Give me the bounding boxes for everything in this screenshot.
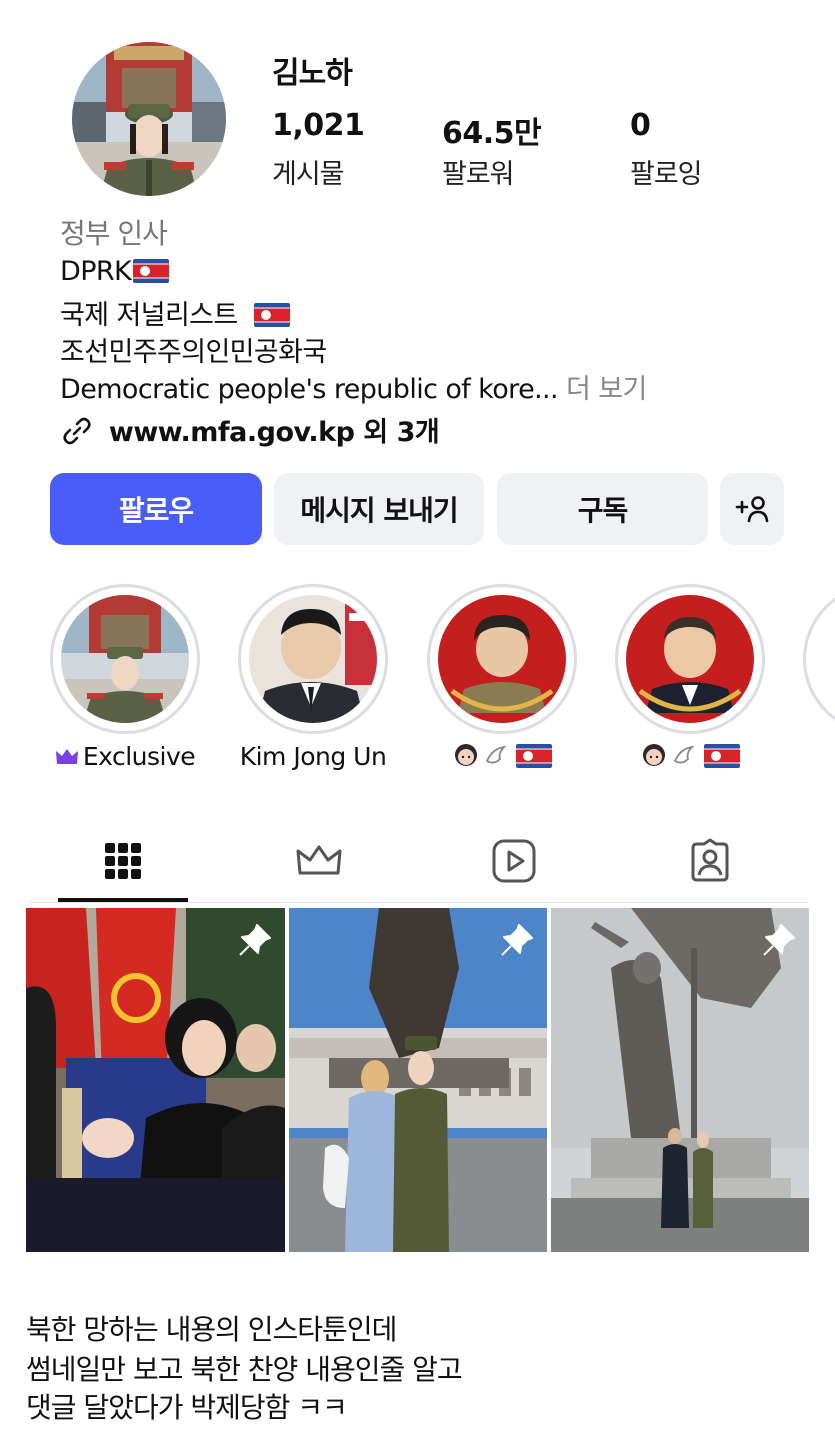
highlight-portrait-1[interactable] — [427, 584, 577, 768]
bio-line: Democratic people's republic of kore... … — [60, 367, 647, 406]
highlight-partial[interactable]: v — [803, 584, 835, 734]
tab-tagged[interactable] — [645, 820, 775, 902]
profile-link[interactable]: www.mfa.gov.kp 외 3개 — [60, 410, 440, 449]
pin-icon — [763, 924, 795, 956]
tab-exclusive[interactable] — [254, 820, 384, 902]
north-korea-flag-icon — [516, 744, 552, 768]
highlight-label: Exclusive — [30, 742, 220, 771]
stat-followers-label: 팔로워 — [442, 159, 515, 190]
link-icon — [63, 417, 91, 445]
highlight-label-text: Exclusive — [82, 742, 196, 771]
highlight-ring — [50, 584, 200, 734]
stat-posts-count: 1,021 — [272, 108, 365, 143]
follow-button[interactable]: 팔로우 — [50, 473, 262, 545]
north-korea-flag-icon — [253, 303, 290, 327]
stat-followers-count: 64.5만 — [442, 116, 542, 151]
north-korea-flag-icon — [704, 744, 740, 768]
bio-text: DPRK — [60, 256, 132, 287]
tab-posts-grid[interactable] — [58, 820, 188, 902]
bio-text: 국제 저널리스트 — [60, 300, 238, 331]
add-user-button[interactable] — [720, 473, 784, 545]
message-button[interactable]: 메시지 보내기 — [274, 473, 484, 545]
stat-followers[interactable]: 64.5만 팔로워 — [442, 108, 542, 191]
highlight-cover — [626, 595, 754, 723]
stat-posts-label: 게시물 — [272, 159, 345, 190]
highlight-label — [595, 742, 785, 776]
highlight-portrait-2[interactable] — [615, 584, 765, 768]
highlight-cover — [61, 595, 189, 723]
profile-category: 정부 인사 — [60, 217, 168, 250]
dove-icon — [673, 745, 695, 764]
caption-line: 댓글 달았다가 박제당함 ㅋㅋ — [26, 1391, 348, 1424]
tagged-icon — [691, 838, 729, 882]
highlight-label: Kim Jong Un — [239, 742, 387, 771]
grid-icon — [105, 843, 141, 879]
bio-line: 조선민주주의인민공화국 — [60, 337, 327, 368]
post-thumbnail[interactable] — [26, 908, 285, 1252]
stat-following-label: 팔로잉 — [630, 159, 703, 190]
highlight-ring — [615, 584, 765, 734]
stat-following-count: 0 — [630, 108, 651, 143]
pin-icon — [239, 924, 271, 956]
stat-posts[interactable]: 1,021 게시물 — [272, 108, 365, 191]
highlight-kim-jong-un[interactable]: Kim Jong Un — [238, 584, 388, 771]
highlight-emoji-row — [640, 742, 740, 770]
caption-line: 썸네일만 보고 북한 찬양 내용인줄 알고 — [26, 1353, 463, 1386]
caption-line: 북한 망하는 내용의 인스타툰인데 — [26, 1313, 397, 1346]
profile-tabs — [28, 820, 808, 904]
profile-username: 김노하 — [272, 56, 353, 91]
bio-line: DPRK — [60, 256, 170, 287]
tab-reels[interactable] — [449, 820, 579, 902]
girl-emoji-icon — [455, 744, 477, 766]
bio-text: Democratic people's republic of kore... — [60, 374, 559, 405]
highlight-ring — [238, 584, 388, 734]
stat-following[interactable]: 0 팔로잉 — [630, 108, 703, 191]
highlight-label — [407, 742, 597, 776]
highlight-ring — [803, 584, 835, 734]
dove-icon — [485, 745, 507, 764]
crown-icon — [55, 749, 78, 764]
north-korea-flag-icon — [133, 259, 170, 283]
crown-icon — [296, 845, 342, 875]
post-thumbnail[interactable] — [551, 908, 809, 1252]
highlight-emoji-row — [452, 742, 552, 770]
profile-link-text: www.mfa.gov.kp 외 3개 — [108, 417, 440, 448]
highlight-cover — [249, 595, 377, 723]
reels-icon — [492, 839, 536, 883]
add-user-icon — [735, 496, 769, 523]
post-thumbnail[interactable] — [289, 908, 547, 1252]
pin-icon — [501, 924, 533, 956]
highlight-exclusive[interactable]: Exclusive — [50, 584, 200, 771]
highlight-cover — [438, 595, 566, 723]
profile-avatar[interactable] — [72, 42, 226, 196]
highlight-ring — [427, 584, 577, 734]
bio-more-link[interactable]: 더 보기 — [566, 374, 647, 405]
bio-line: 국제 저널리스트 — [60, 293, 290, 332]
subscribe-button[interactable]: 구독 — [497, 473, 708, 545]
girl-emoji-icon — [643, 744, 665, 766]
tab-divider — [28, 902, 808, 903]
